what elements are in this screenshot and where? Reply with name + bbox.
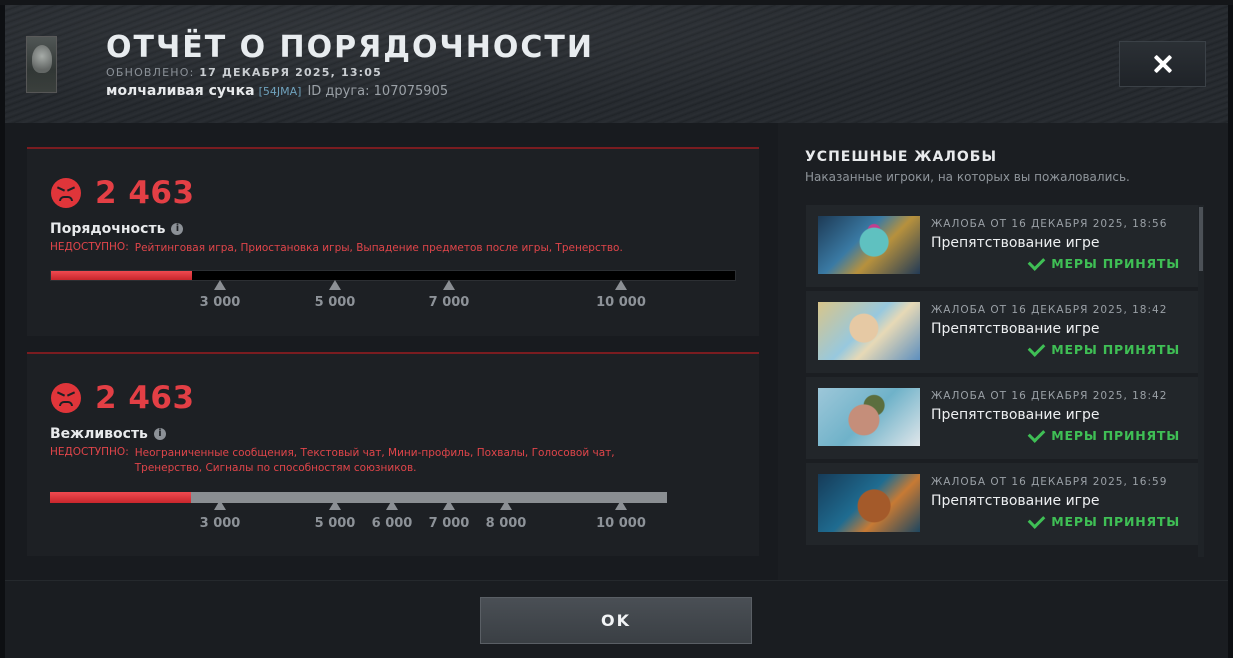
tick-label: 7 000 <box>428 295 470 310</box>
username: молчаливая сучка <box>106 83 255 99</box>
updated-timestamp: ОБНОВЛЕНО: 17 ДЕКАБРЯ 2025, 13:05 <box>106 66 382 79</box>
unavailable-text: Рейтинговая игра, Приостановка игры, Вып… <box>134 242 623 254</box>
updated-value: 17 ДЕКАБРЯ 2025, 13:05 <box>199 66 382 79</box>
check-icon <box>1027 252 1046 271</box>
updated-label: ОБНОВЛЕНО: <box>106 66 195 79</box>
check-icon <box>1027 510 1046 529</box>
avatar-image <box>32 45 52 73</box>
tick-label: 8 000 <box>485 516 527 531</box>
tick-marker <box>329 500 341 510</box>
tick-marker <box>443 280 455 290</box>
check-icon <box>1027 338 1046 357</box>
angry-face-icon <box>51 178 81 208</box>
report-reason: Препятствование игре <box>931 321 1100 337</box>
report-date: ЖАЛОБА ОТ 16 ДЕКАБРЯ 2025, 18:42 <box>931 390 1168 402</box>
scrollbar-thumb[interactable] <box>1199 207 1203 271</box>
info-icon[interactable]: i <box>171 223 184 235</box>
tick-label: 5 000 <box>314 516 356 531</box>
tick-label: 7 000 <box>428 516 470 531</box>
close-icon <box>1153 54 1173 74</box>
conduct-score: 2 463 <box>95 175 195 211</box>
avatar <box>26 36 57 93</box>
tick-marker <box>214 280 226 290</box>
courtesy-progress-bar <box>50 492 667 503</box>
report-reason: Препятствование игре <box>931 235 1100 251</box>
tick-label: 10 000 <box>596 295 646 310</box>
reports-title: УСПЕШНЫЕ ЖАЛОБЫ <box>805 149 997 165</box>
report-date: ЖАЛОБА ОТ 16 ДЕКАБРЯ 2025, 18:42 <box>931 304 1168 316</box>
reports-scrollbar[interactable] <box>1198 205 1204 557</box>
reports-list: ЖАЛОБА ОТ 16 ДЕКАБРЯ 2025, 18:56 Препятс… <box>806 205 1204 557</box>
report-item[interactable]: ЖАЛОБА ОТ 16 ДЕКАБРЯ 2025, 18:56 Препятс… <box>806 205 1198 287</box>
user-tag: [54JMA] <box>258 85 302 98</box>
courtesy-score: 2 463 <box>95 380 195 416</box>
tick-label: 3 000 <box>199 295 241 310</box>
tick-label: 6 000 <box>371 516 413 531</box>
conduct-label-text: Порядочность <box>50 221 166 237</box>
report-status: МЕРЫ ПРИНЯТЫ <box>1027 424 1180 443</box>
report-date: ЖАЛОБА ОТ 16 ДЕКАБРЯ 2025, 16:59 <box>931 476 1168 488</box>
report-status: МЕРЫ ПРИНЯТЫ <box>1027 510 1180 529</box>
hero-portrait <box>818 474 920 532</box>
conduct-progress-bar <box>50 270 736 281</box>
report-status-text: МЕРЫ ПРИНЯТЫ <box>1051 514 1180 529</box>
reports-column: УСПЕШНЫЕ ЖАЛОБЫ Наказанные игроки, на ко… <box>778 123 1228 580</box>
courtesy-score-row: 2 463 <box>51 380 195 416</box>
tick-marker <box>443 500 455 510</box>
unavailable-text: Неограниченные сообщения, Текстовый чат,… <box>134 447 615 474</box>
check-icon <box>1027 424 1046 443</box>
reports-subtitle: Наказанные игроки, на которых вы пожалов… <box>805 170 1130 184</box>
report-item[interactable]: ЖАЛОБА ОТ 16 ДЕКАБРЯ 2025, 18:42 Препятс… <box>806 291 1198 373</box>
tick-marker <box>214 500 226 510</box>
tick-marker <box>615 280 627 290</box>
user-info: молчаливая сучка [54JMA] ID друга: 1070759… <box>106 83 448 99</box>
conduct-progress-fill <box>51 271 192 280</box>
report-item[interactable]: ЖАЛОБА ОТ 16 ДЕКАБРЯ 2025, 18:42 Препятс… <box>806 377 1198 459</box>
report-date: ЖАЛОБА ОТ 16 ДЕКАБРЯ 2025, 18:56 <box>931 218 1168 230</box>
unavailable-label: НЕДОСТУПНО: <box>50 241 129 253</box>
courtesy-unavailable: НЕДОСТУПНО: Неограниченные сообщения, Те… <box>50 446 675 476</box>
report-status: МЕРЫ ПРИНЯТЫ <box>1027 338 1180 357</box>
angry-face-icon <box>51 383 81 413</box>
courtesy-progress-fill <box>50 492 191 503</box>
dialog-footer: OK <box>5 580 1228 658</box>
conduct-unavailable: НЕДОСТУПНО: Рейтинговая игра, Приостанов… <box>50 241 735 256</box>
conduct-label: Порядочность i <box>50 221 184 237</box>
courtesy-label-text: Вежливость <box>50 426 148 442</box>
tick-marker <box>386 500 398 510</box>
page-title: ОТЧЁТ О ПОРЯДОЧНОСТИ <box>106 30 594 65</box>
report-reason: Препятствование игре <box>931 407 1100 423</box>
unavailable-label: НЕДОСТУПНО: <box>50 446 129 458</box>
courtesy-label: Вежливость i <box>50 426 166 442</box>
report-item[interactable]: ЖАЛОБА ОТ 16 ДЕКАБРЯ 2025, 16:59 Препятс… <box>806 463 1198 545</box>
tick-label: 5 000 <box>314 295 356 310</box>
info-icon[interactable]: i <box>153 428 166 440</box>
close-button[interactable] <box>1119 41 1206 87</box>
tick-label: 10 000 <box>596 516 646 531</box>
courtesy-panel: 2 463 Вежливость i НЕДОСТУПНО: Неогранич… <box>27 352 759 556</box>
tick-label: 3 000 <box>199 516 241 531</box>
conduct-report-dialog: ОТЧЁТ О ПОРЯДОЧНОСТИ ОБНОВЛЕНО: 17 ДЕКАБ… <box>5 5 1228 658</box>
report-status-text: МЕРЫ ПРИНЯТЫ <box>1051 256 1180 271</box>
scores-column: 2 463 Порядочность i НЕДОСТУПНО: Рейтинг… <box>5 123 778 580</box>
report-status: МЕРЫ ПРИНЯТЫ <box>1027 252 1180 271</box>
hero-portrait <box>818 302 920 360</box>
tick-marker <box>615 500 627 510</box>
report-reason: Препятствование игре <box>931 493 1100 509</box>
tick-marker <box>500 500 512 510</box>
report-status-text: МЕРЫ ПРИНЯТЫ <box>1051 342 1180 357</box>
report-status-text: МЕРЫ ПРИНЯТЫ <box>1051 428 1180 443</box>
hero-portrait <box>818 216 920 274</box>
conduct-panel: 2 463 Порядочность i НЕДОСТУПНО: Рейтинг… <box>27 147 759 336</box>
conduct-score-row: 2 463 <box>51 175 195 211</box>
ok-button[interactable]: OK <box>480 597 752 644</box>
friend-id: ID друга: 107075905 <box>307 84 449 99</box>
tick-marker <box>329 280 341 290</box>
dialog-header: ОТЧЁТ О ПОРЯДОЧНОСТИ ОБНОВЛЕНО: 17 ДЕКАБ… <box>5 5 1228 123</box>
hero-portrait <box>818 388 920 446</box>
